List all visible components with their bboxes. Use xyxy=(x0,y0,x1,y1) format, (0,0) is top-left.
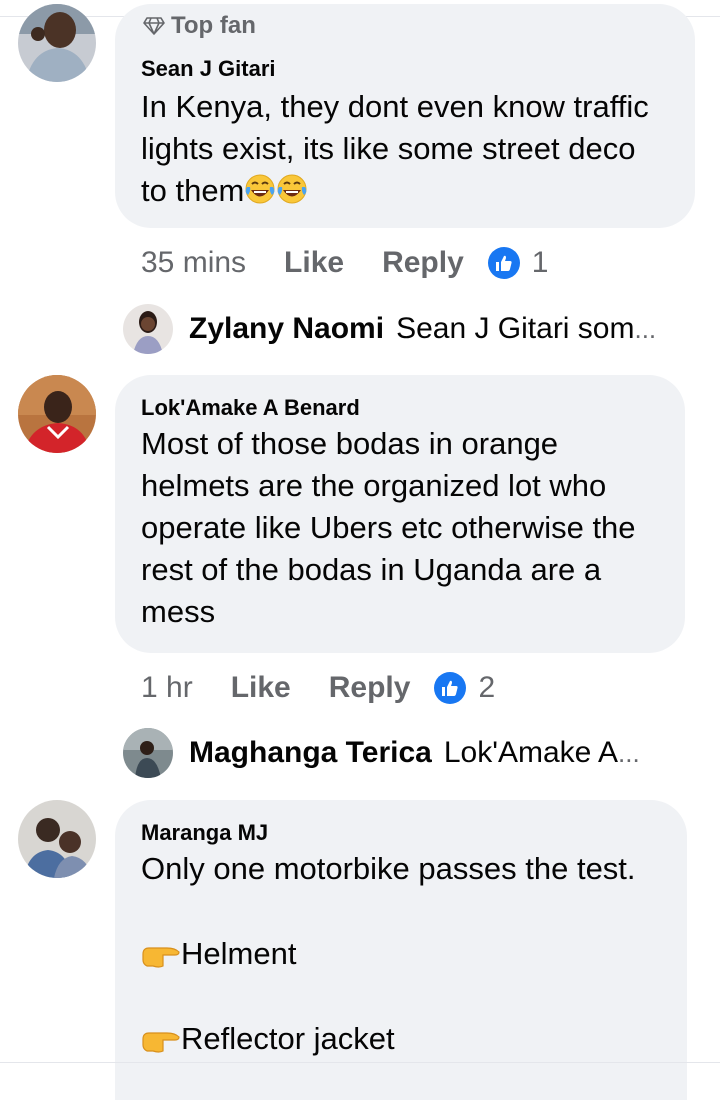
reply-text: Sean J Gitari som xyxy=(396,312,635,345)
comment-text-line: rest of the bodas in Uganda are a xyxy=(141,552,602,587)
comment-text-line: mess xyxy=(141,594,216,629)
avatar-maghanga-terica[interactable] xyxy=(123,728,173,778)
reply-button[interactable]: Reply xyxy=(329,671,411,705)
comment-author[interactable]: Lok'Amake A Benard xyxy=(141,395,665,421)
top-fan-badge: Top fan xyxy=(143,12,256,40)
reply-preview[interactable]: Zylany Naomi Sean J Gitari som ... xyxy=(123,303,656,355)
comment-author[interactable]: Maranga MJ xyxy=(141,820,667,846)
reply-author[interactable]: Zylany Naomi xyxy=(189,312,384,346)
comment-text: Most of those bodas in orange helmets ar… xyxy=(141,423,665,633)
reply-ellipsis: ... xyxy=(618,737,640,768)
reaction-count[interactable]: 1 xyxy=(532,246,549,280)
comment-text: In Kenya, they dont even know traffic li… xyxy=(141,86,675,212)
comment-text-line: lights exist, its like some street deco xyxy=(141,131,636,166)
like-button[interactable]: Like xyxy=(284,246,344,280)
comment-text-line: Helment xyxy=(141,933,667,975)
comment-text: Only one motorbike passes the test. Helm… xyxy=(141,848,667,1060)
comment-text-line: In Kenya, they dont even know traffic xyxy=(141,89,649,124)
comment-author[interactable]: Sean J Gitari xyxy=(141,56,675,82)
comment-time[interactable]: 35 mins xyxy=(141,246,246,280)
comment-bubble[interactable]: Top fan Sean J Gitari In Kenya, they don… xyxy=(115,4,695,228)
comment-meta: 1 hr Like Reply 2 xyxy=(141,668,495,708)
like-button[interactable]: Like xyxy=(231,671,291,705)
laughing-tears-emoji xyxy=(245,174,275,204)
avatar-zylany-naomi[interactable] xyxy=(123,304,173,354)
comment-text-span: Helment xyxy=(181,936,297,971)
badge-label: Top fan xyxy=(171,12,256,39)
like-thumb-icon[interactable] xyxy=(487,247,520,279)
pointing-hand-emoji xyxy=(142,1032,180,1053)
like-thumb-icon[interactable] xyxy=(434,672,467,704)
reaction-count[interactable]: 2 xyxy=(478,671,495,705)
reply-ellipsis: ... xyxy=(634,313,657,344)
diamond-icon xyxy=(143,17,165,35)
laughing-tears-emoji xyxy=(277,174,307,204)
comment-text-line: Reflector jacket xyxy=(141,1018,667,1060)
comment-text-span: Reflector jacket xyxy=(181,1021,395,1056)
reply-text: Lok'Amake A xyxy=(443,736,618,769)
reply-preview[interactable]: Maghanga Terica Lok'Amake A ... xyxy=(123,727,640,779)
comment-text-line: Most of those bodas in orange xyxy=(141,426,559,461)
comment-text-span: to them xyxy=(141,173,245,208)
reply-author[interactable]: Maghanga Terica xyxy=(189,736,432,770)
avatar-maranga-mj[interactable] xyxy=(18,800,96,878)
pointing-hand-emoji xyxy=(142,947,180,968)
reply-button[interactable]: Reply xyxy=(382,246,464,280)
comment-text-line: to them xyxy=(141,170,675,212)
avatar-sean-j-gitari[interactable] xyxy=(18,4,96,82)
bottom-divider xyxy=(0,1062,720,1063)
comment-meta: 35 mins Like Reply 1 xyxy=(141,243,548,283)
comment-bubble[interactable]: Lok'Amake A Benard Most of those bodas i… xyxy=(115,375,685,653)
comment-time[interactable]: 1 hr xyxy=(141,671,193,705)
comment-text-line: helmets are the organized lot who xyxy=(141,468,607,503)
comment-bubble[interactable]: Maranga MJ Only one motorbike passes the… xyxy=(115,800,687,1100)
avatar-lokamake-a-benard[interactable] xyxy=(18,375,96,453)
comment-text-line: Only one motorbike passes the test. xyxy=(141,851,636,886)
comment-text-line: operate like Ubers etc otherwise the xyxy=(141,510,636,545)
